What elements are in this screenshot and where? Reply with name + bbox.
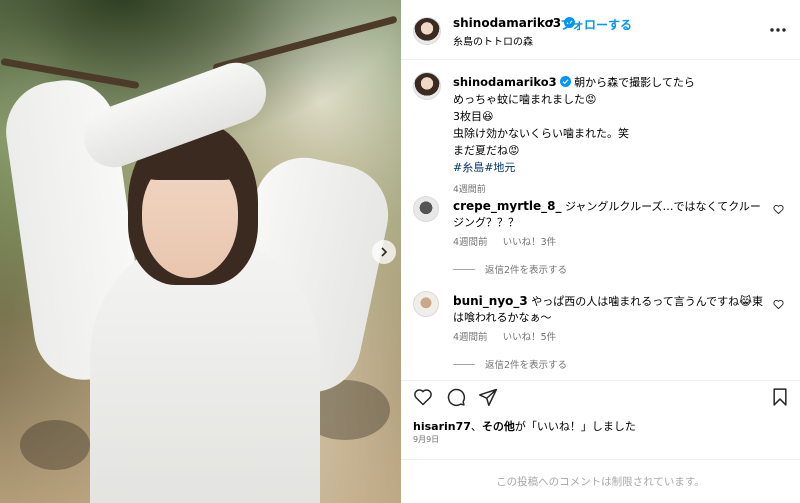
author-username-text[interactable]: shinodamariko3: [453, 16, 561, 30]
comment-like-count[interactable]: いいね！3件: [503, 237, 557, 248]
view-replies-label[interactable]: 返信2件を表示する: [485, 262, 567, 276]
post-photo[interactable]: [0, 0, 401, 503]
verified-badge-icon: [559, 76, 571, 87]
comment-icon[interactable]: [446, 387, 466, 407]
more-options-icon[interactable]: [768, 23, 788, 37]
comment-meta: 4週間前 いいね！5件: [453, 329, 568, 343]
liker-username[interactable]: hisarin77: [413, 420, 471, 433]
commenter-username[interactable]: crepe_myrtle_8_: [453, 199, 561, 213]
like-heart-icon[interactable]: [413, 387, 433, 407]
commenter-username[interactable]: buni_nyo_3: [453, 294, 528, 308]
view-replies-label[interactable]: 返信2件を表示する: [485, 357, 567, 371]
replies-divider: [453, 268, 475, 270]
location-link[interactable]: 糸島のトトロの森: [453, 33, 533, 48]
comments-restricted-notice: この投稿へのコメントは制限されています。: [401, 459, 800, 503]
share-send-icon[interactable]: [478, 387, 498, 407]
save-bookmark-icon[interactable]: [770, 387, 790, 407]
hashtags[interactable]: #糸島#地元: [453, 161, 515, 174]
separator-dot: •: [548, 15, 556, 29]
author-avatar[interactable]: [413, 17, 441, 45]
post-header: shinodamariko3 • フォローする 糸島のトトロの森: [401, 0, 800, 60]
caption-username[interactable]: shinodamariko3: [453, 75, 557, 89]
post-date[interactable]: 9月9日: [413, 434, 439, 445]
caption-line: 3枚目😆: [453, 110, 494, 123]
replies-divider: [453, 363, 475, 365]
caption-line: 虫除け効かないくらい噛まれた。笑: [453, 127, 629, 140]
comment-meta: 4週間前 いいね！3件: [453, 234, 568, 248]
comment-like-count[interactable]: いいね！5件: [503, 332, 557, 343]
like-comment-heart-icon[interactable]: [773, 299, 784, 310]
author-username[interactable]: shinodamariko3: [453, 16, 576, 30]
comment-timestamp[interactable]: 4週間前: [453, 237, 488, 248]
caption-line: めっちゃ蚊に噛まれました😡: [453, 93, 597, 106]
author-avatar[interactable]: [413, 72, 441, 100]
like-comment-heart-icon[interactable]: [773, 204, 784, 215]
caption-line: まだ夏だね😡: [453, 144, 520, 157]
post-action-bar: [401, 380, 800, 414]
carousel-next-button[interactable]: [372, 240, 396, 264]
comment-text-block: crepe_myrtle_8_ ジャングルクルーズ…ではなくてクルージング？？？: [453, 198, 763, 231]
likes-suffix: が「いいね！」しました: [514, 420, 636, 433]
commenter-avatar[interactable]: [413, 196, 439, 222]
ground-shadow: [20, 420, 90, 470]
liked-by-others-link[interactable]: その他: [482, 420, 515, 433]
caption-line: 朝から森で撮影してたら: [574, 76, 695, 89]
follow-button[interactable]: フォローする: [560, 16, 632, 33]
commenter-avatar[interactable]: [413, 291, 439, 317]
likes-summary: hisarin77、その他が「いいね！」しました: [413, 420, 636, 433]
comment-text-block: buni_nyo_3 やっぱ西の人は噛まれるって言うんですね😹東は喰われるかなぁ…: [453, 293, 763, 326]
view-replies-button[interactable]: 返信2件を表示する: [453, 262, 567, 276]
comments-scroll-area[interactable]: shinodamariko3 朝から森で撮影してたら めっちゃ蚊に噛まれました😡…: [401, 60, 800, 378]
chevron-right-icon: [381, 247, 388, 257]
view-replies-button[interactable]: 返信2件を表示する: [453, 357, 567, 371]
post-side-panel: shinodamariko3 • フォローする 糸島のトトロの森 shinoda…: [401, 0, 800, 503]
caption-timestamp[interactable]: 4週間前: [453, 185, 486, 195]
comment-timestamp[interactable]: 4週間前: [453, 332, 488, 343]
